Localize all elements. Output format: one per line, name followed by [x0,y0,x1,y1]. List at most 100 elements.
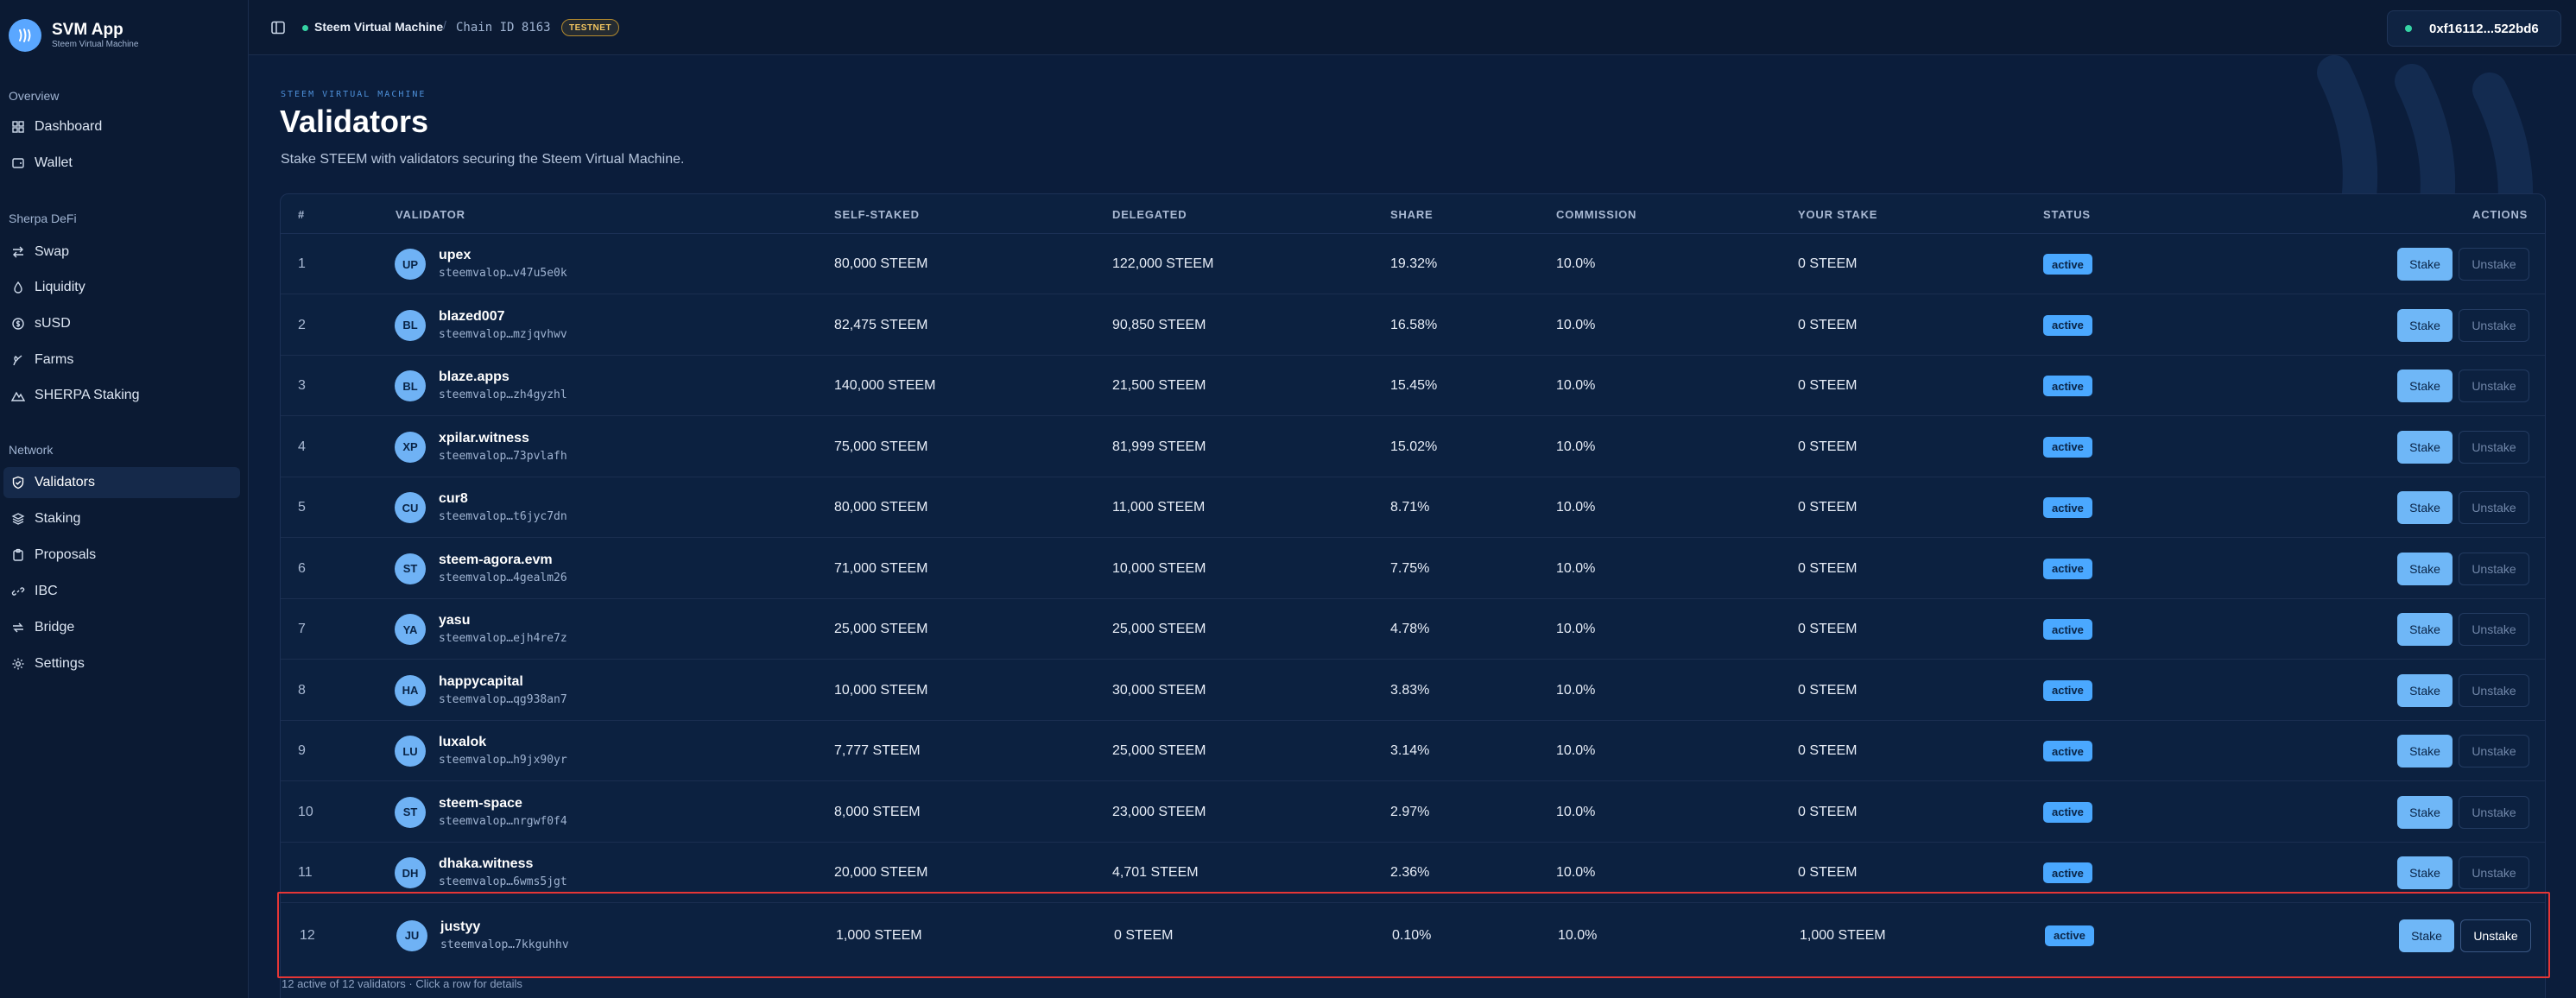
validator-name: dhaka.witness [439,856,534,871]
self-staked-value: 7,777 STEEM [834,743,921,758]
sidebar-item-liquidity[interactable]: Liquidity [3,272,240,303]
unstake-button[interactable]: Unstake [2459,735,2529,767]
self-staked-value: 75,000 STEEM [834,439,928,454]
wallet-address-button[interactable]: 0xf16112...522bd6 [2387,10,2561,47]
unstake-button[interactable]: Unstake [2459,613,2529,646]
share-value: 19.32% [1390,256,1438,271]
self-staked-value: 10,000 STEEM [834,682,928,698]
row-number: 9 [298,743,306,758]
share-value: 4.78% [1390,622,1430,636]
validator-avatar: HA [395,674,426,706]
table-row[interactable]: 12 JU justyy steemvalop…7kkguhhv 1,000 STEEM… [277,891,2550,978]
unstake-button[interactable]: Unstake [2460,919,2531,952]
stake-button[interactable]: Stake [2397,673,2453,707]
mountain-icon [10,388,26,403]
table-row[interactable]: 4 XP xpilar.witness steemvalop…73pvlafh 75,0… [281,417,2545,477]
validator-avatar: ST [395,553,426,584]
sidebar-item-sherpa-staking[interactable]: SHERPA Staking [3,380,240,411]
stake-button[interactable]: Stake [2397,552,2453,585]
chain-status-dot [302,25,308,31]
status-badge: active [2043,679,2092,701]
table-row[interactable]: 6 ST steem-agora.evm steemvalop…4gealm26 71,… [281,539,2545,599]
sidebar-item-label: Proposals [35,547,97,562]
status-badge: active [2043,254,2092,275]
status-badge: active [2043,801,2092,823]
sidebar-item-farms[interactable]: Farms [3,344,240,376]
validator-avatar: CU [395,492,426,523]
validators-table: # VALIDATOR SELF-STAKED DELEGATED SHARE … [277,193,2550,998]
table-footer-note: 12 active of 12 validators · Click a row… [282,977,522,990]
table-row[interactable]: 3 BL blaze.apps steemvalop…zh4gyzhl 140,000 … [281,356,2545,416]
stake-button[interactable]: Stake [2397,795,2453,829]
unstake-button[interactable]: Unstake [2459,430,2529,464]
sidebar-item-bridge[interactable]: Bridge [3,612,240,643]
delegated-value: 23,000 STEEM [1112,804,1206,819]
sidebar-item-settings[interactable]: Settings [3,648,240,679]
column-header-self-staked: SELF-STAKED [834,208,920,221]
sidebar-item-label: sUSD [35,316,71,331]
table-row[interactable]: 10 ST steem-space steemvalop…nrgwf0f4 8,000 … [281,782,2545,843]
sidebar-item-swap[interactable]: Swap [3,237,240,268]
sidebar-item-dashboard[interactable]: Dashboard [3,111,240,142]
commission-value: 10.0% [1556,682,1596,698]
validator-address: steemvalop…mzjqvhwv [439,327,567,341]
table-row[interactable]: 1 UP upex steemvalop…v47u5e0k 80,000 STEEM 12… [281,234,2545,294]
sidebar-item-susd[interactable]: sUSD [3,308,240,339]
sidebar-item-staking[interactable]: Staking [3,503,240,534]
row-number: 6 [298,560,306,576]
brand[interactable]: SVM App Steem Virtual Machine [9,19,138,52]
nav-group-sherpa-defi: Sherpa DeFi [9,212,77,225]
steem-logo-icon [9,19,41,52]
table-row[interactable]: 7 YA yasu steemvalop…ejh4re7z 25,000 STEEM 25… [281,599,2545,660]
stake-button[interactable]: Stake [2397,370,2453,402]
your-stake-value: 0 STEEM [1798,378,1858,393]
sidebar-item-proposals[interactable]: Proposals [3,540,240,571]
stake-button[interactable]: Stake [2397,735,2453,767]
validator-name: justyy [440,919,481,934]
share-value: 15.45% [1390,378,1438,393]
stake-button[interactable]: Stake [2397,613,2453,646]
unstake-button[interactable]: Unstake [2459,248,2529,281]
row-number: 1 [298,256,306,271]
table-row[interactable]: 2 BL blazed007 steemvalop…mzjqvhwv 82,475 ST… [281,295,2545,356]
status-badge: active [2043,314,2092,336]
self-staked-value: 8,000 STEEM [834,804,921,819]
self-staked-value: 20,000 STEEM [834,865,928,880]
validator-avatar: ST [395,796,426,828]
table-row[interactable]: 5 CU cur8 steemvalop…t6jyc7dn 80,000 STEEM 11… [281,477,2545,538]
breadcrumb-separator: / [443,18,446,32]
stake-button[interactable]: Stake [2397,856,2453,889]
share-value: 16.58% [1390,317,1438,332]
table-row[interactable]: 8 HA happycapital steemvalop…qg938an7 10,000… [281,660,2545,721]
stake-button[interactable]: Stake [2397,491,2453,524]
sidebar-item-validators[interactable]: Validators [3,467,240,498]
sidebar-item-label: Validators [35,475,95,490]
unstake-button[interactable]: Unstake [2459,370,2529,402]
stake-button[interactable]: Stake [2397,430,2453,464]
stake-button[interactable]: Stake [2397,308,2453,342]
row-number: 10 [298,804,313,819]
unstake-button[interactable]: Unstake [2459,491,2529,524]
unstake-button[interactable]: Unstake [2459,673,2529,707]
bridge-arrows-icon [10,620,26,635]
validator-name: yasu [439,613,471,628]
share-value: 3.14% [1390,743,1430,758]
validator-name: blaze.apps [439,370,510,384]
validator-address: steemvalop…73pvlafh [439,449,567,463]
validator-name: luxalok [439,735,487,749]
sidebar-item-wallet[interactable]: Wallet [3,148,240,179]
delegated-value: 90,850 STEEM [1112,317,1206,332]
unstake-button[interactable]: Unstake [2459,856,2529,889]
swap-arrows-icon [10,244,26,260]
stake-button[interactable]: Stake [2397,248,2453,281]
unstake-button[interactable]: Unstake [2459,308,2529,342]
sidebar-item-ibc[interactable]: IBC [3,576,240,607]
unstake-button[interactable]: Unstake [2459,552,2529,585]
validator-address: steemvalop…v47u5e0k [439,267,567,280]
unstake-button[interactable]: Unstake [2459,795,2529,829]
validator-name: happycapital [439,673,523,689]
table-row[interactable]: 9 LU luxalok steemvalop…h9jx90yr 7,777 STEEM… [281,721,2545,781]
stake-button[interactable]: Stake [2399,919,2454,952]
wallet-connected-dot [2405,25,2412,32]
sidebar-toggle-icon[interactable] [269,19,287,36]
